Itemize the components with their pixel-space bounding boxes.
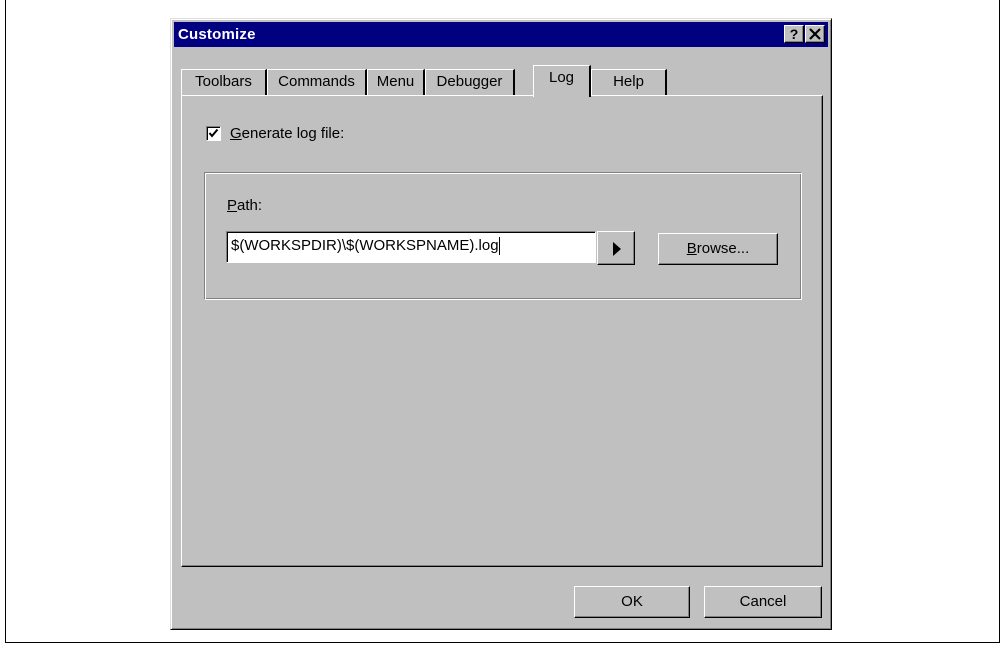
generate-log-label: Generate log file: xyxy=(230,124,344,144)
path-input[interactable]: $(WORKSPDIR)\$(WORKSPNAME).log xyxy=(226,231,596,263)
tab-commands[interactable]: Commands xyxy=(267,69,367,95)
window-title: Customize xyxy=(178,26,256,43)
generate-log-label-text: enerate log file: xyxy=(241,125,345,142)
title-bar[interactable]: Customize ? xyxy=(174,22,828,47)
text-caret xyxy=(498,237,500,256)
ok-button[interactable]: OK xyxy=(574,586,690,618)
tab-help[interactable]: Help xyxy=(591,69,667,95)
path-input-value: $(WORKSPDIR)\$(WORKSPNAME).log xyxy=(231,237,499,254)
insert-macro-button[interactable] xyxy=(597,231,635,265)
path-label: Path: xyxy=(227,197,262,214)
path-group: Path: $(WORKSPDIR)\$(WORKSPNAME).log Bro… xyxy=(204,172,802,300)
tab-toolbars[interactable]: Toolbars xyxy=(181,69,267,95)
browse-mnemonic: B xyxy=(686,240,697,257)
tab-debugger[interactable]: Debugger xyxy=(425,69,515,95)
checkmark-icon xyxy=(208,128,219,138)
close-button[interactable] xyxy=(805,25,825,43)
close-icon xyxy=(809,28,821,40)
customize-dialog: Customize ? Toolbars Commands Menu Debug… xyxy=(170,18,832,630)
browse-label-text: rowse... xyxy=(696,240,750,257)
log-tab-panel: Generate log file: Path: $(WORKSPDIR)\$(… xyxy=(181,95,823,567)
path-mnemonic: P xyxy=(227,197,238,214)
tab-log[interactable]: Log xyxy=(533,65,591,97)
generate-log-checkbox[interactable] xyxy=(206,126,221,141)
path-label-text: ath: xyxy=(237,197,263,214)
tab-menu[interactable]: Menu xyxy=(367,69,425,95)
cancel-button[interactable]: Cancel xyxy=(704,586,822,618)
browse-button[interactable]: Browse... xyxy=(658,233,778,265)
arrow-right-icon xyxy=(613,242,621,256)
help-button[interactable]: ? xyxy=(784,25,804,43)
generate-log-mnemonic: G xyxy=(230,125,242,142)
